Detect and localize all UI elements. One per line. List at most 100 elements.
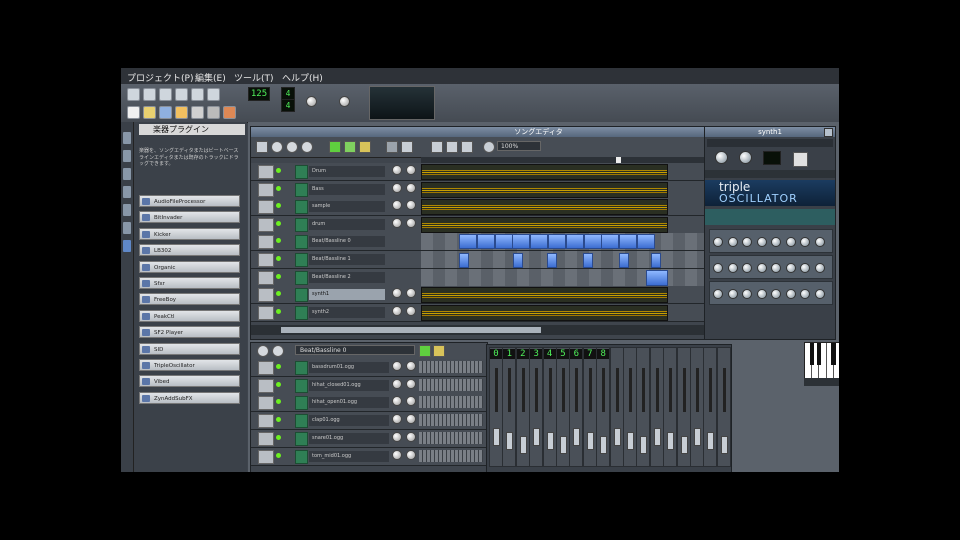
instrument-icon[interactable] [295, 217, 308, 232]
oscillator-knob[interactable] [800, 263, 810, 273]
mute-led[interactable] [276, 203, 281, 209]
oscillator-knob[interactable] [814, 263, 825, 273]
black-key[interactable] [809, 343, 815, 365]
mixer-fader[interactable] [680, 436, 688, 454]
mixer-channel[interactable] [663, 347, 678, 467]
mixer-fader[interactable] [533, 428, 541, 446]
mixer-fader[interactable] [667, 432, 675, 450]
mixer-channel[interactable]: 0 [489, 347, 503, 467]
mixer-channel[interactable]: 2 [515, 347, 530, 467]
oscillator-knob[interactable] [771, 289, 781, 299]
piano-range-bar[interactable] [804, 378, 839, 386]
track-pan-knob[interactable] [406, 288, 416, 299]
track-grip[interactable] [258, 217, 274, 232]
add-sample-track-icon[interactable] [301, 141, 313, 153]
add-bb-track-icon[interactable] [329, 141, 341, 153]
black-key[interactable] [817, 343, 822, 365]
plugin-item[interactable]: SID [139, 342, 240, 355]
stop-icon[interactable] [271, 141, 283, 153]
bb-track[interactable]: bassdrum01.ogg [251, 359, 487, 377]
oscillator-knob[interactable] [785, 289, 796, 299]
mixer-fader[interactable] [586, 432, 594, 450]
panning-knob[interactable] [739, 151, 752, 164]
mute-led[interactable] [276, 399, 281, 405]
bb-track[interactable]: clap01.ogg [251, 412, 487, 431]
plugin-item[interactable]: LB302 [139, 244, 240, 257]
track-volume-knob[interactable] [392, 200, 402, 211]
bb-add-steps-icon[interactable] [433, 345, 445, 357]
mixer-channel[interactable]: 4 [542, 347, 557, 467]
home-tab-icon[interactable] [123, 204, 131, 216]
menu-edit[interactable]: 編集(E) [195, 71, 226, 84]
track-name[interactable]: Beat/Bassline 1 [309, 254, 385, 265]
auto-scroll-icon[interactable] [461, 141, 473, 153]
track-volume-knob[interactable] [392, 378, 402, 389]
sample-icon[interactable] [295, 431, 308, 446]
mixer-channel[interactable]: 8 [596, 347, 611, 467]
bb-pattern-block[interactable] [583, 253, 593, 268]
track-name[interactable]: Bass [309, 183, 385, 195]
bb-play-icon[interactable] [257, 345, 269, 357]
oscillator-knob[interactable] [814, 237, 825, 247]
track-pan-knob[interactable] [406, 305, 416, 316]
song-editor-icon[interactable] [127, 106, 140, 119]
mute-led[interactable] [276, 238, 281, 244]
track-volume-knob[interactable] [392, 182, 402, 193]
oscillator-knob[interactable] [814, 289, 825, 299]
mute-led[interactable] [276, 273, 281, 279]
root-tab-icon[interactable] [123, 222, 131, 234]
oscillator-knob[interactable] [713, 237, 723, 247]
time-sig-denominator[interactable]: 4 [281, 99, 295, 112]
record-icon[interactable] [207, 88, 220, 101]
plugin-close-icon[interactable] [824, 128, 833, 137]
plugin-item[interactable]: Sfxr [139, 277, 240, 289]
track-volume-knob[interactable] [392, 217, 402, 228]
instrument-icon[interactable] [295, 235, 308, 250]
oscillator-knob[interactable] [742, 289, 752, 299]
black-key[interactable] [831, 343, 836, 365]
bb-pattern-block[interactable] [494, 234, 513, 250]
plugin-item[interactable]: Vibed [139, 375, 240, 388]
project-notes-icon[interactable] [223, 106, 236, 119]
track-pan-knob[interactable] [406, 431, 416, 442]
automation-editor-icon[interactable] [175, 106, 188, 119]
sample-icon[interactable] [295, 414, 308, 429]
bb-pattern-block[interactable] [583, 234, 602, 250]
mixer-channel[interactable]: 7 [582, 347, 597, 467]
plugin-item[interactable]: BitInvader [139, 211, 240, 224]
mixer-channel[interactable] [676, 347, 691, 467]
mixer-fader[interactable] [493, 428, 500, 446]
track-name[interactable]: clap01.ogg [309, 415, 389, 427]
plugin-item[interactable]: ZynAddSubFX [139, 391, 240, 404]
pattern-clip[interactable] [421, 199, 668, 216]
bb-pattern-block[interactable] [601, 234, 620, 250]
oscillator-knob[interactable] [800, 237, 810, 247]
mixer-channel[interactable]: 6 [569, 347, 584, 467]
track-volume-knob[interactable] [392, 305, 402, 316]
mixer-channel[interactable] [703, 347, 718, 467]
track-volume-knob[interactable] [392, 288, 402, 299]
track-pan-knob[interactable] [406, 217, 416, 228]
loop-icon[interactable] [431, 141, 443, 153]
step-sequencer[interactable] [419, 361, 483, 373]
track-grip[interactable] [258, 431, 274, 446]
track-grip[interactable] [258, 396, 274, 411]
track-name[interactable]: drum [309, 218, 385, 230]
oscillator-knob[interactable] [713, 289, 723, 299]
step-sequencer[interactable] [419, 414, 483, 427]
mute-led[interactable] [276, 308, 281, 314]
track-grip[interactable] [258, 361, 274, 375]
track-grip[interactable] [258, 270, 274, 285]
track-volume-knob[interactable] [392, 449, 402, 460]
bb-pattern-block[interactable] [548, 234, 566, 250]
bb-track[interactable]: hihat_open01.ogg [251, 394, 487, 413]
instrument-icon[interactable] [295, 200, 308, 215]
menu-help[interactable]: ヘルプ(H) [282, 71, 323, 84]
add-automation-track-icon[interactable] [344, 141, 356, 153]
mixer-fader[interactable] [613, 428, 621, 446]
mixer-fader[interactable] [707, 432, 715, 450]
oscillator-knob[interactable] [727, 263, 738, 273]
track-pan-knob[interactable] [406, 414, 416, 425]
plugin-item[interactable]: FreeBoy [139, 293, 240, 306]
fx-channel-lcd[interactable] [763, 151, 781, 165]
